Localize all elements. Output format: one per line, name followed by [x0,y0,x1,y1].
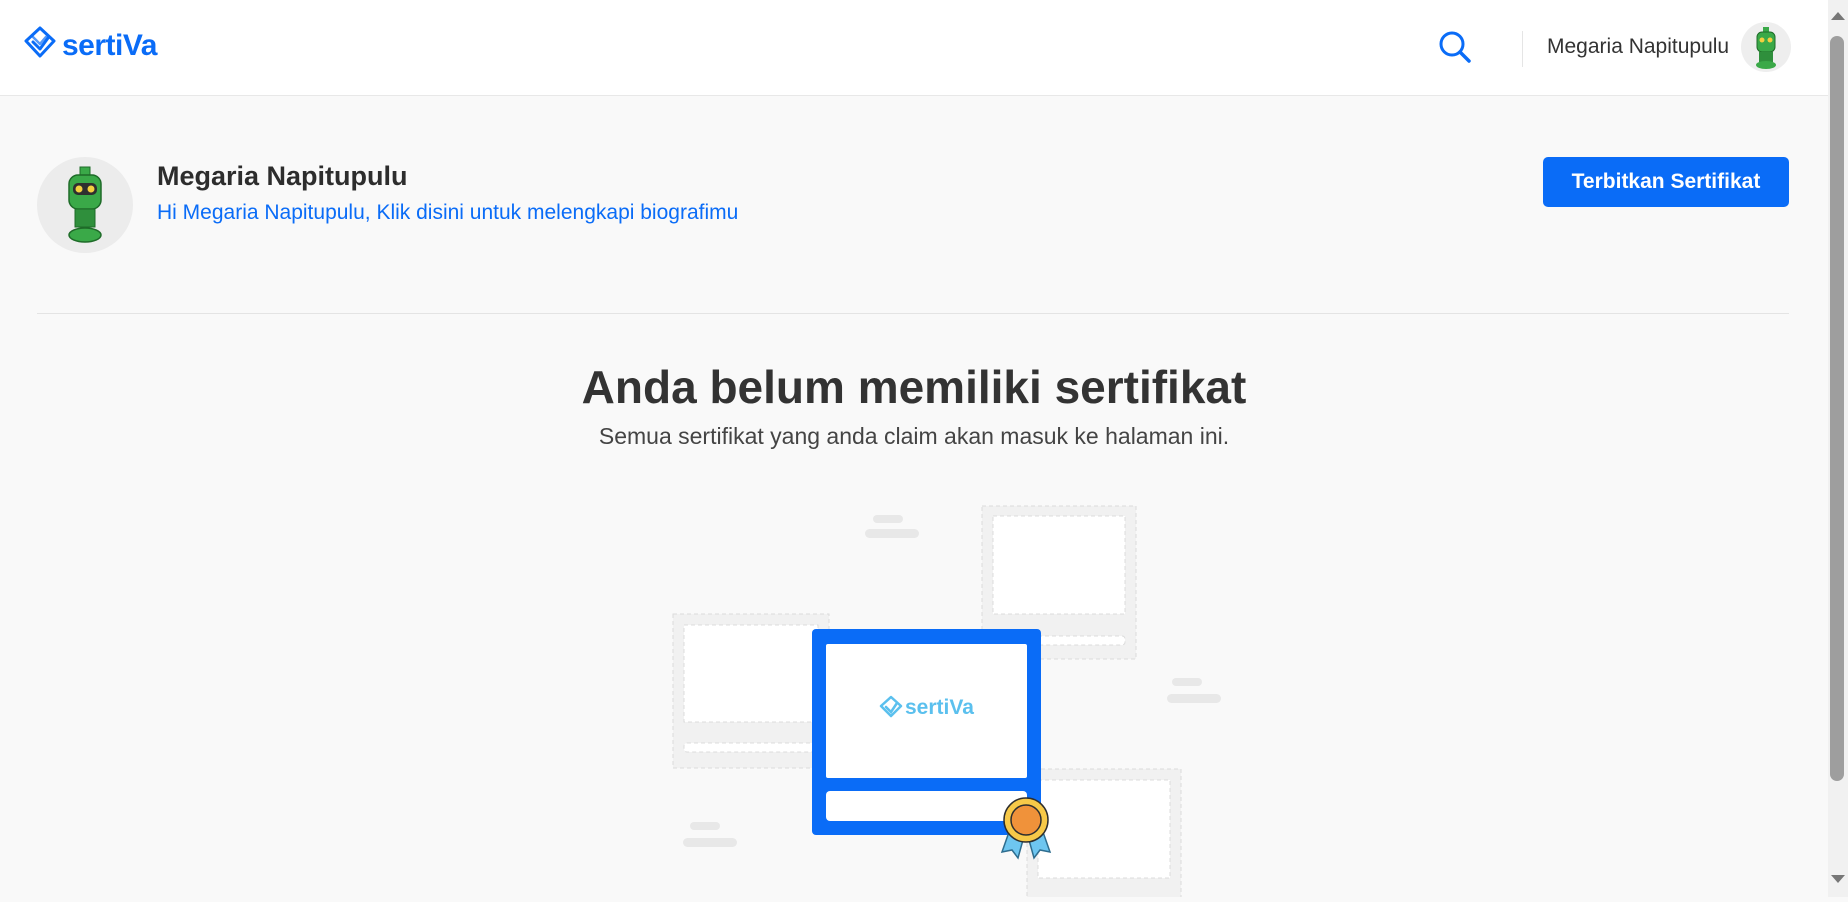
issue-certificate-button[interactable]: Terbitkan Sertifikat [1543,157,1789,207]
main-certificate: sertiVa [812,629,1041,835]
award-ribbon-icon [1000,797,1052,860]
robot-avatar-icon [68,166,102,243]
empty-certificates-illustration: sertiVa [660,500,1260,900]
placeholder-certificate-left [672,613,830,769]
robot-avatar-icon [1756,27,1777,69]
empty-state-title: Anda belum memiliki sertifikat [581,361,1247,413]
certificate-logo-text: sertiVa [905,696,974,719]
user-name: Megaria Napitupulu [1547,35,1730,58]
empty-state-subtitle: Semua sertifikat yang anda claim akan ma… [598,423,1230,449]
complete-biography-link[interactable]: Hi Megaria Napitupulu, Klik disini untuk… [157,201,738,225]
scrollbar-thumb[interactable] [1830,36,1844,781]
sertiva-logo-icon [24,26,56,65]
brand-logo-text: sertiVa [62,28,157,62]
avatar[interactable] [1741,22,1792,72]
profile-avatar [37,157,133,253]
brand-logo[interactable]: sertiVa [24,26,157,65]
top-navbar: sertiVa Megaria Napitupulu [0,0,1828,96]
search-button[interactable] [1437,29,1473,65]
placeholder-certificate-bottom [1026,768,1182,900]
scroll-up-arrow-icon[interactable] [1831,12,1845,20]
search-icon [1439,31,1471,63]
user-menu[interactable]: Megaria Napitupulu [1547,22,1792,72]
section-divider [37,313,1789,314]
profile-name: Megaria Napitupulu [157,161,408,191]
scroll-down-arrow-icon[interactable] [1831,875,1845,883]
navbar-divider [1522,31,1523,67]
